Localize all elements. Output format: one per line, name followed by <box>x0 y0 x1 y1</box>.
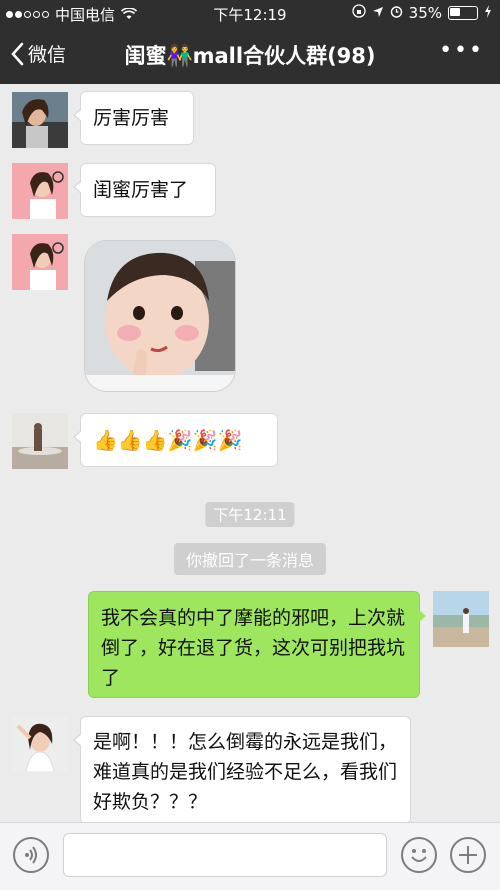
message-text: 👍👍👍🎉🎉🎉 <box>93 428 243 452</box>
message-bubble[interactable]: 闺蜜厉害了 <box>73 163 216 217</box>
location-icon <box>372 4 384 22</box>
avatar[interactable] <box>12 163 68 219</box>
avatar[interactable] <box>12 413 68 469</box>
chat-title: 闺蜜👫mall合伙人群(98) <box>124 44 376 68</box>
input-bar <box>0 822 500 890</box>
message-bubble[interactable]: 是啊！！！怎么倒霉的永远是我们，难道真的是我们经验不足么，看我们好欺负？？？ <box>73 716 411 824</box>
message-bubble[interactable]: 👍👍👍🎉🎉🎉 <box>73 413 278 467</box>
more-functions-button[interactable] <box>450 837 486 873</box>
avatar[interactable] <box>12 92 68 148</box>
nav-bar: 微信 闺蜜👫mall合伙人群(98) ••• <box>0 26 500 84</box>
message-bubble-self[interactable]: 我不会真的中了摩能的邪吧，上次就倒了，好在退了货，这次可别把我坑了 <box>88 591 426 698</box>
rotation-lock-icon <box>352 4 366 22</box>
battery-percent: 35% <box>408 4 442 22</box>
status-bar: 中国电信 下午12:19 35% <box>0 0 500 26</box>
message-text: 我不会真的中了摩能的邪吧，上次就倒了，好在退了货，这次可别把我坑了 <box>101 607 406 689</box>
self-avatar[interactable] <box>433 591 489 647</box>
charging-icon <box>484 4 492 22</box>
emoji-button[interactable] <box>401 837 437 873</box>
voice-button[interactable] <box>13 837 49 873</box>
message-text: 厉害厉害 <box>93 107 170 129</box>
avatar[interactable] <box>12 716 68 772</box>
sticker-image[interactable] <box>85 241 235 391</box>
alarm-icon <box>390 4 403 22</box>
more-options-button[interactable]: ••• <box>439 38 484 63</box>
avatar[interactable] <box>12 234 68 290</box>
message-text: 是啊！！！怎么倒霉的永远是我们，难道真的是我们经验不足么，看我们好欺负？？？ <box>93 731 398 813</box>
message-bubble[interactable]: 厉害厉害 <box>73 91 194 145</box>
message-input[interactable] <box>63 833 387 877</box>
emoji-icon <box>411 849 427 862</box>
timestamp: 下午12:11 <box>205 502 295 527</box>
plus-icon <box>459 846 477 864</box>
battery-icon <box>448 6 478 20</box>
voice-icon <box>25 846 37 864</box>
message-text: 闺蜜厉害了 <box>93 179 189 201</box>
recall-notice: 你撤回了一条消息 <box>173 543 327 575</box>
